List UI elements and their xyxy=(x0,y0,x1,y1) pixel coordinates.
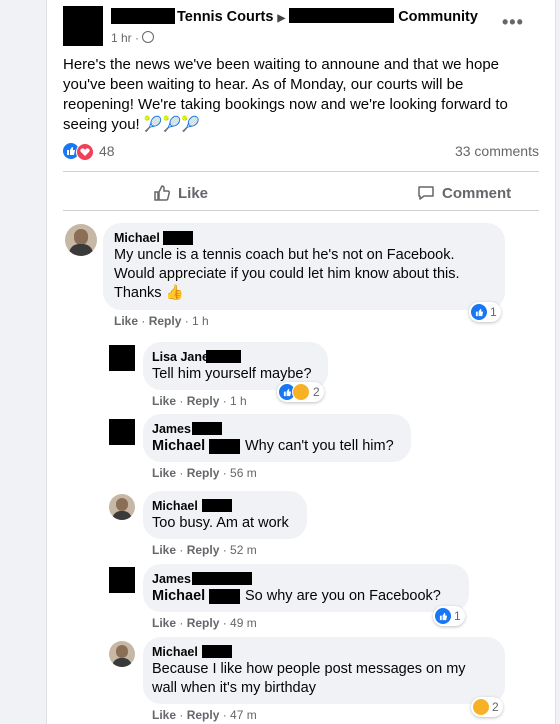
post-time[interactable]: 1 hr xyxy=(111,31,132,45)
redacted-surname xyxy=(163,231,193,245)
comment-mention[interactable]: Michael xyxy=(152,437,205,456)
redacted-avatar xyxy=(109,419,135,445)
redacted-surname xyxy=(192,572,252,585)
comment-footer: Like · Reply · 49 m xyxy=(152,616,257,630)
comment-footer: Like · Reply · 47 m xyxy=(152,708,257,722)
redacted-surname xyxy=(206,350,241,363)
comment-reply-link[interactable]: Reply xyxy=(187,543,220,557)
comment-text-line: Why can't you tell him? xyxy=(245,438,394,454)
comment-button[interactable]: Comment xyxy=(417,176,511,210)
redacted-surname xyxy=(202,499,232,512)
comment-like-link[interactable]: Like xyxy=(152,708,176,722)
comment-footer: Like · Reply · 1 h xyxy=(114,314,209,328)
comment-reactions[interactable]: 1 xyxy=(433,606,465,626)
comment-time[interactable]: 56 m xyxy=(230,466,257,480)
like-reaction-icon xyxy=(471,304,487,320)
more-options-icon[interactable]: ••• xyxy=(502,12,524,33)
avatar[interactable] xyxy=(109,641,135,667)
group-name[interactable]: Tennis Courts xyxy=(177,9,273,25)
haha-reaction-icon xyxy=(292,383,310,401)
comment-text-line: My uncle is a tennis coach but he's not … xyxy=(114,247,455,263)
comment-reply-link[interactable]: Reply xyxy=(187,616,220,630)
comment-text-line: Thanks 👍 xyxy=(114,285,184,301)
reaction-count[interactable]: 48 xyxy=(99,143,115,159)
redacted-avatar xyxy=(109,567,135,593)
comment-like-link[interactable]: Like xyxy=(152,616,176,630)
post-header: Tennis Courts ▶ Community xyxy=(177,8,478,25)
globe-icon xyxy=(142,31,155,43)
comment-reply-link[interactable]: Reply xyxy=(187,708,220,722)
avatar[interactable] xyxy=(109,494,135,520)
triangle-right-icon: ▶ xyxy=(277,13,286,24)
comment-like-link[interactable]: Like xyxy=(152,466,176,480)
comment-reactions[interactable]: 1 xyxy=(469,302,501,322)
comment-mention[interactable]: Michael xyxy=(152,587,205,606)
redacted-group-avatar[interactable] xyxy=(63,6,103,46)
comment-footer: Like · Reply · 1 h xyxy=(152,394,247,408)
comment-text-line: Too busy. Am at work xyxy=(152,515,289,531)
comment-text-line: Because I like how people post messages … xyxy=(152,661,466,677)
comment-footer: Like · Reply · 52 m xyxy=(152,543,257,557)
comment-text-line: wall when it's my birthday xyxy=(152,680,316,696)
redacted-community-prefix xyxy=(289,8,395,23)
comment-reply-link[interactable]: Reply xyxy=(187,466,220,480)
comment-reactions[interactable]: 2 xyxy=(471,697,503,717)
comment-icon xyxy=(418,186,434,200)
comment-reactions[interactable]: 2 xyxy=(277,382,324,402)
haha-reaction-icon xyxy=(473,699,489,715)
post-meta: 1 hr · xyxy=(111,31,155,45)
comment-text-line: So why are you on Facebook? xyxy=(245,588,441,604)
redacted-surname xyxy=(192,422,222,435)
post-body: Here's the news we've been waiting to an… xyxy=(63,56,508,133)
redacted-mention-surname xyxy=(209,439,240,454)
comment-author[interactable]: James xyxy=(152,422,191,436)
redacted-avatar xyxy=(109,345,135,371)
stats-divider xyxy=(63,171,539,172)
redacted-group-prefix xyxy=(111,8,175,24)
comment-time[interactable]: 1 h xyxy=(192,314,209,328)
comment-reply-link[interactable]: Reply xyxy=(149,314,182,328)
comment-like-link[interactable]: Like xyxy=(114,314,138,328)
comments-count[interactable]: 33 comments xyxy=(455,143,539,159)
comment-like-link[interactable]: Like xyxy=(152,394,176,408)
like-outline-icon xyxy=(154,185,171,201)
avatar[interactable] xyxy=(65,224,97,256)
comment-footer: Like · Reply · 56 m xyxy=(152,466,257,480)
comment-author[interactable]: Lisa Jane xyxy=(152,350,209,364)
comment-author[interactable]: Michael xyxy=(152,499,198,513)
post-stats: 48 33 comments xyxy=(63,142,539,162)
post-card: Tennis Courts ▶ Community 1 hr · ••• Her… xyxy=(46,0,556,724)
comment-time[interactable]: 1 h xyxy=(230,394,247,408)
comment-text-line: Would appreciate if you could let him kn… xyxy=(114,266,460,282)
like-button[interactable]: Like xyxy=(153,176,208,210)
like-reaction-icon xyxy=(435,608,451,624)
comment-time[interactable]: 49 m xyxy=(230,616,257,630)
post-actions: Like Comment xyxy=(63,176,539,210)
community-name[interactable]: Community xyxy=(398,9,478,25)
comment-author[interactable]: Michael xyxy=(152,645,198,659)
comment-reply-link[interactable]: Reply xyxy=(187,394,220,408)
redacted-surname xyxy=(202,645,232,658)
comment-like-link[interactable]: Like xyxy=(152,543,176,557)
comment-time[interactable]: 52 m xyxy=(230,543,257,557)
comment-time[interactable]: 47 m xyxy=(230,708,257,722)
comment-author[interactable]: Michael xyxy=(114,231,160,245)
actions-divider xyxy=(63,210,539,211)
redacted-mention-surname xyxy=(209,589,240,604)
love-reaction-icon[interactable] xyxy=(76,143,94,161)
comment-author[interactable]: James xyxy=(152,572,191,586)
